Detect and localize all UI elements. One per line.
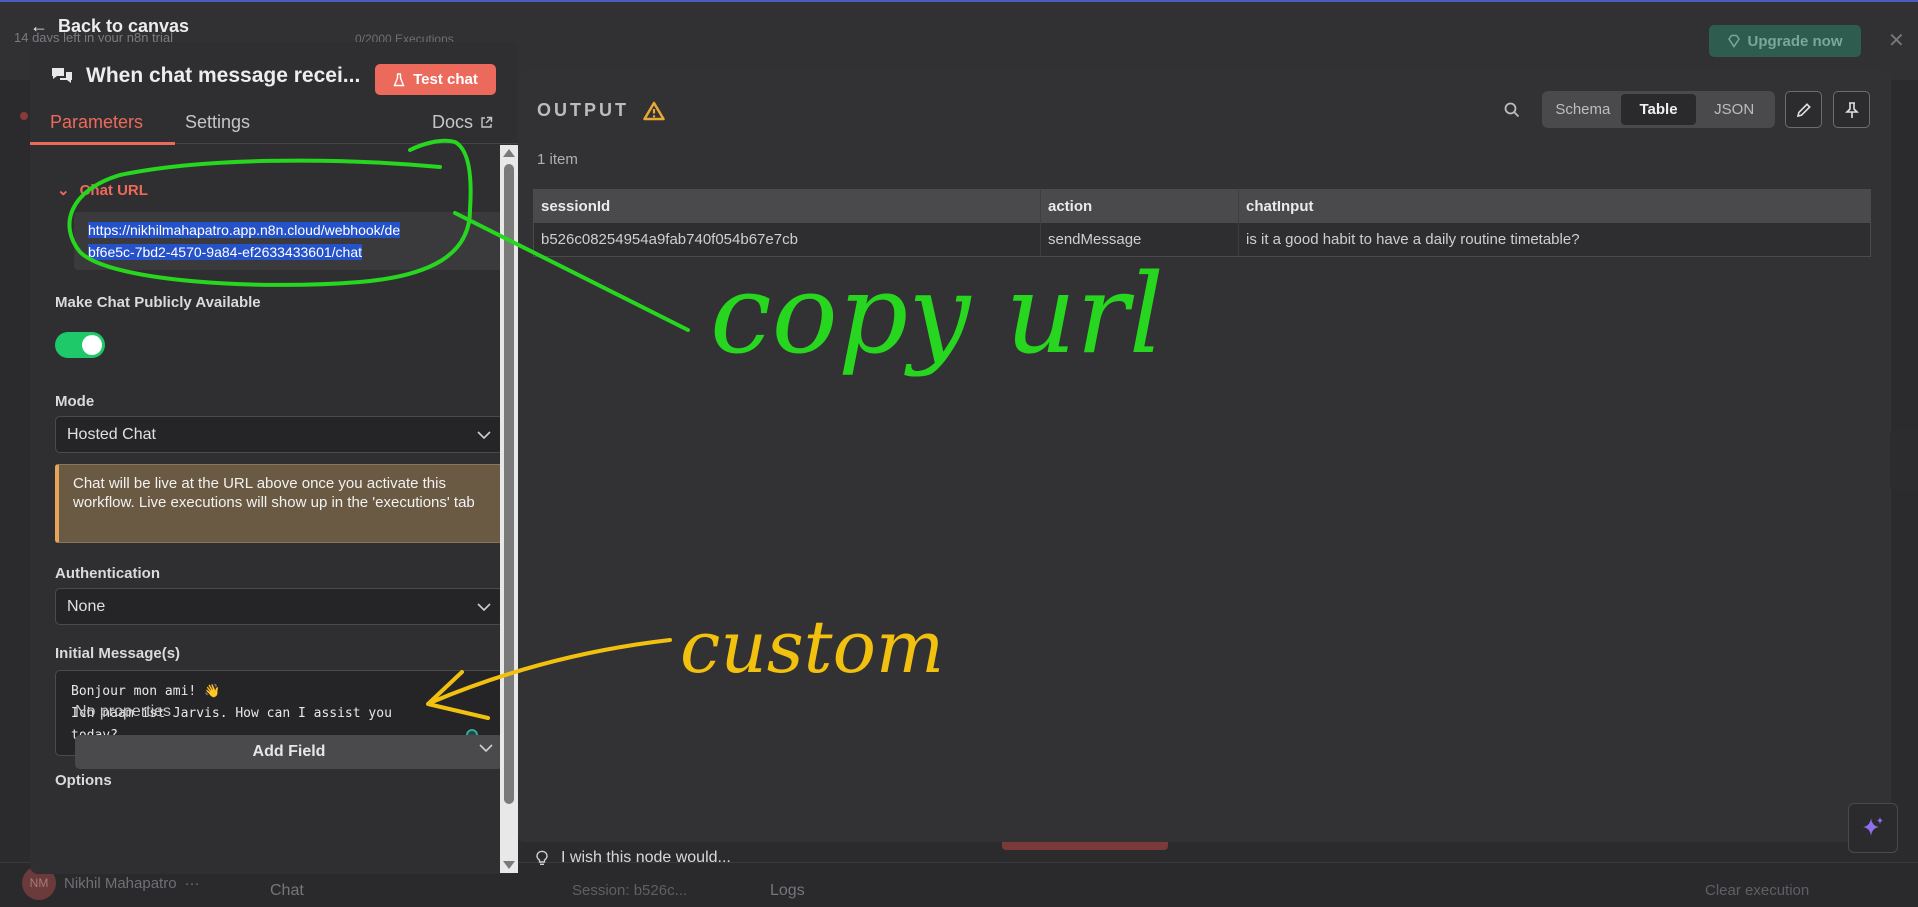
- chat-tab[interactable]: Chat: [270, 882, 304, 900]
- feedback-text: I wish this node would...: [561, 849, 731, 866]
- output-table: sessionId action chatInput b526c08254954…: [533, 189, 1871, 257]
- no-properties-text: No properties: [75, 703, 172, 720]
- chat-url-section[interactable]: ⌄ Chat URL: [57, 181, 148, 200]
- node-header: When chat message recei... Test chat Par…: [30, 42, 518, 145]
- chat-bubbles-icon: [52, 68, 72, 83]
- status-dot: [20, 112, 28, 120]
- add-field-button[interactable]: Add Field: [75, 735, 503, 769]
- gem-icon: [1728, 34, 1741, 48]
- tab-parameters[interactable]: Parameters: [50, 112, 143, 133]
- panel-tab-indicator: [1002, 842, 1168, 850]
- column-header: chatInput: [1246, 198, 1314, 215]
- options-label: Options: [55, 772, 112, 789]
- column-header: sessionId: [534, 190, 1041, 223]
- node-title-text[interactable]: When chat message recei...: [86, 64, 360, 88]
- table-header-row: sessionId action chatInput: [534, 190, 1870, 223]
- pin-icon: [1844, 101, 1859, 118]
- public-toggle[interactable]: [55, 332, 105, 358]
- pencil-icon: [1796, 102, 1811, 117]
- view-json[interactable]: JSON: [1696, 94, 1772, 125]
- column-header: action: [1041, 190, 1239, 223]
- back-to-canvas-link[interactable]: ← Back to canvas: [30, 16, 189, 37]
- sparkle-icon: [1863, 817, 1883, 836]
- lightbulb-icon: [536, 850, 548, 866]
- output-title-label: OUTPUT: [537, 100, 629, 120]
- chat-url-field[interactable]: https://nikhilmahapatro.app.n8n.cloud/we…: [74, 212, 503, 270]
- search-icon[interactable]: [1503, 101, 1521, 119]
- output-title: OUTPUT: [537, 100, 665, 121]
- view-schema[interactable]: Schema: [1545, 94, 1621, 125]
- info-notice: Chat will be live at the URL above once …: [55, 464, 503, 543]
- docs-link[interactable]: Docs: [432, 112, 493, 133]
- upgrade-button[interactable]: Upgrade now: [1709, 25, 1861, 57]
- user-name: Nikhil Mahapatro: [64, 874, 177, 892]
- authentication-label: Authentication: [55, 565, 160, 582]
- table-cell: is it a good habit to have a daily routi…: [1239, 223, 1870, 256]
- logs-tab[interactable]: Logs: [770, 882, 805, 900]
- node-settings-panel: When chat message recei... Test chat Par…: [30, 42, 518, 874]
- output-panel: [518, 70, 1891, 842]
- docs-label: Docs: [432, 112, 474, 132]
- scroll-down-arrow[interactable]: [503, 861, 515, 869]
- mode-label: Mode: [55, 393, 95, 410]
- chat-url-line-1: https://nikhilmahapatro.app.n8n.cloud/we…: [88, 222, 401, 238]
- scroll-up-arrow[interactable]: [503, 149, 515, 157]
- public-label: Make Chat Publicly Available: [55, 294, 261, 311]
- mode-value: Hosted Chat: [67, 425, 156, 443]
- table-cell: sendMessage: [1041, 223, 1239, 256]
- upgrade-label: Upgrade now: [1747, 32, 1843, 50]
- mode-select[interactable]: Hosted Chat: [55, 416, 503, 453]
- more-icon[interactable]: ···: [185, 875, 200, 892]
- arrow-left-icon: ←: [30, 16, 48, 36]
- warning-icon: [643, 101, 665, 120]
- chevron-down-icon: [479, 744, 493, 752]
- test-chat-label: Test chat: [413, 71, 478, 88]
- view-toggle: Schema Table JSON: [1542, 91, 1775, 128]
- items-count: 1 item: [537, 151, 578, 168]
- test-chat-button[interactable]: Test chat: [375, 64, 496, 95]
- flask-icon: [393, 72, 405, 86]
- chevron-down-icon: [477, 602, 491, 611]
- ai-assistant-button[interactable]: [1848, 803, 1898, 853]
- chevron-down-icon: ⌄: [57, 182, 70, 199]
- tab-settings[interactable]: Settings: [185, 112, 250, 133]
- table-row: b526c08254954a9fab740f054b67e7cb sendMes…: [534, 223, 1870, 256]
- chat-url-label: Chat URL: [79, 181, 148, 199]
- initial-messages-label: Initial Message(s): [55, 645, 181, 662]
- external-link-icon: [481, 116, 493, 128]
- add-field-label: Add Field: [252, 743, 326, 760]
- node-tabs: Parameters Settings Docs: [30, 112, 518, 145]
- edit-output-button[interactable]: [1785, 91, 1822, 128]
- close-icon[interactable]: ✕: [1888, 28, 1905, 53]
- feedback-link[interactable]: I wish this node would...: [535, 849, 731, 867]
- side-panel-handle[interactable]: [1890, 430, 1918, 490]
- clear-execution-button[interactable]: Clear execution: [1705, 882, 1809, 899]
- pin-data-button[interactable]: [1833, 91, 1870, 128]
- view-table[interactable]: Table: [1620, 94, 1697, 125]
- table-cell: b526c08254954a9fab740f054b67e7cb: [534, 223, 1041, 256]
- back-label: Back to canvas: [58, 16, 190, 36]
- authentication-select[interactable]: None: [55, 588, 503, 625]
- node-title: When chat message recei...: [50, 64, 360, 88]
- chevron-down-icon: [477, 430, 491, 439]
- initial-message-line: Bonjour mon ami! 👋: [71, 684, 221, 699]
- scrollbar-thumb[interactable]: [504, 164, 514, 804]
- chat-url-line-2: bf6e5c-7bd2-4570-9a84-ef2633433601/chat: [88, 244, 363, 260]
- panel-scrollbar[interactable]: [500, 145, 518, 873]
- session-label: Session: b526c...: [572, 882, 688, 899]
- authentication-value: None: [67, 597, 106, 615]
